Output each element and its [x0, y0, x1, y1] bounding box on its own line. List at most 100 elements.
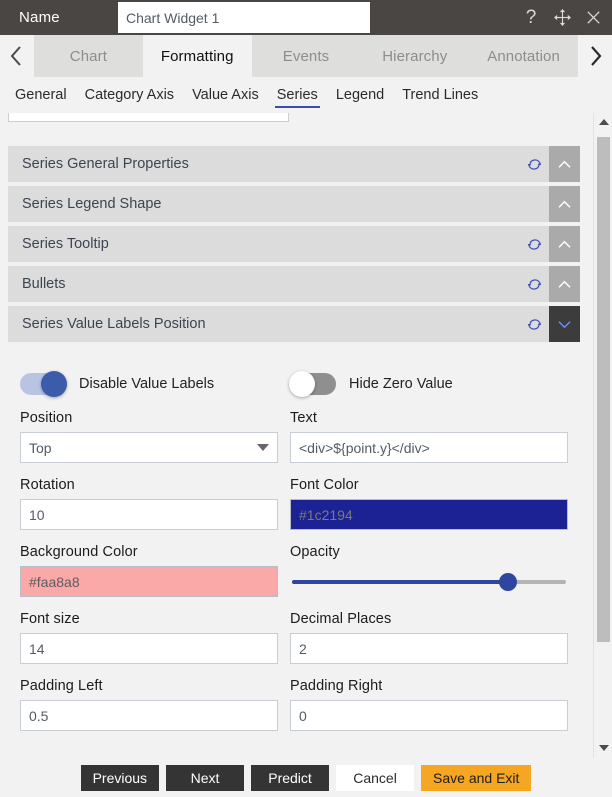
scroll-up-icon [598, 118, 609, 125]
font-size-input[interactable] [20, 633, 278, 664]
reset-icon[interactable] [519, 306, 549, 342]
rotation-input[interactable] [20, 499, 278, 530]
tab-chart[interactable]: Chart [34, 35, 143, 77]
chevron-down-icon [558, 320, 571, 328]
dialog-titlebar: Name ? [0, 0, 612, 35]
accordion-collapse-button[interactable] [549, 146, 580, 182]
padding-right-field: Padding Right [290, 678, 580, 745]
tab-formatting[interactable]: Formatting [142, 35, 252, 77]
scroll-up-button[interactable] [594, 113, 612, 130]
reset-icon[interactable] [519, 146, 549, 182]
accordion-collapse-button[interactable] [549, 186, 580, 222]
help-icon[interactable]: ? [520, 7, 542, 29]
toggle-knob [289, 371, 315, 397]
opacity-slider-track[interactable] [292, 572, 566, 591]
tab-events[interactable]: Events [251, 35, 361, 77]
widget-configuration-dialog: Name ? [0, 0, 612, 797]
subtab-category-axis[interactable]: Category Axis [76, 80, 183, 110]
clipped-input-above[interactable] [8, 113, 289, 122]
reset-icon[interactable] [519, 226, 549, 262]
chevron-up-icon [558, 240, 571, 248]
formatting-sub-tab-bar: General Category Axis Value Axis Series … [0, 77, 612, 113]
subtab-trend-lines[interactable]: Trend Lines [393, 80, 487, 110]
accordion-list: Series General Properties Series Legend … [8, 146, 580, 346]
chevron-left-icon [10, 46, 21, 66]
accordion-series-general-properties[interactable]: Series General Properties [8, 146, 580, 182]
tab-hierarchy[interactable]: Hierarchy [360, 35, 470, 77]
padding-left-input[interactable] [20, 700, 278, 731]
tabs-scroll-left-button[interactable] [0, 35, 34, 77]
background-color-input[interactable] [20, 566, 278, 597]
scrollbar-thumb[interactable] [597, 137, 610, 642]
save-and-exit-button[interactable]: Save and Exit [421, 764, 532, 791]
settings-panel-content: Series General Properties Series Legend … [0, 113, 580, 758]
cancel-button[interactable]: Cancel [336, 764, 415, 791]
accordion-collapse-button[interactable] [549, 226, 580, 262]
next-button[interactable]: Next [166, 764, 245, 791]
hide-zero-value-toggle[interactable] [289, 371, 336, 397]
form-row-padding: Padding Left Padding Right [0, 678, 580, 745]
accordion-collapse-button[interactable] [549, 266, 580, 302]
subtab-series[interactable]: Series [268, 80, 327, 110]
form-row-position-text: Position Text [0, 410, 580, 477]
accordion-title: Series Tooltip [22, 236, 109, 252]
position-select[interactable] [20, 432, 278, 463]
position-field: Position [0, 410, 290, 477]
text-field: Text [290, 410, 580, 477]
padding-left-label: Padding Left [20, 678, 103, 694]
font-color-input[interactable] [290, 499, 568, 530]
previous-button[interactable]: Previous [80, 764, 160, 791]
series-value-labels-form: Disable Value Labels Hide Zero Value Pos… [0, 358, 580, 745]
decimal-places-label: Decimal Places [290, 611, 392, 627]
form-row-bgcolor-opacity: Background Color Opacity [0, 544, 580, 611]
accordion-expand-button[interactable] [549, 306, 580, 342]
accordion-title: Series Value Labels Position [22, 316, 206, 332]
subtab-value-axis[interactable]: Value Axis [183, 80, 268, 110]
accordion-series-legend-shape[interactable]: Series Legend Shape [8, 186, 580, 222]
predict-button[interactable]: Predict [251, 764, 330, 791]
dialog-footer: Previous Next Predict Cancel Save and Ex… [0, 758, 612, 797]
subtab-general[interactable]: General [6, 80, 76, 110]
opacity-slider-thumb[interactable] [499, 572, 518, 591]
font-color-field: Font Color [290, 477, 580, 544]
disable-value-labels-toggle-cell: Disable Value Labels [0, 371, 290, 397]
accordion-title: Bullets [22, 276, 66, 292]
disable-value-labels-label: Disable Value Labels [79, 376, 215, 392]
rotation-field: Rotation [0, 477, 290, 544]
reset-icon[interactable] [519, 266, 549, 302]
font-size-field: Font size [0, 611, 290, 678]
main-tabs: Chart Formatting Events Hierarchy Annota… [34, 35, 578, 77]
decimal-places-field: Decimal Places [290, 611, 580, 678]
text-input[interactable] [290, 432, 568, 463]
name-label: Name [19, 9, 60, 26]
chevron-right-icon [591, 46, 602, 66]
opacity-slider-fill [292, 579, 509, 584]
rotation-label: Rotation [20, 477, 75, 493]
subtab-legend[interactable]: Legend [327, 80, 393, 110]
accordion-bullets[interactable]: Bullets [8, 266, 580, 302]
tab-annotation[interactable]: Annotation [469, 35, 578, 77]
font-color-label: Font Color [290, 477, 359, 493]
decimal-places-input[interactable] [290, 633, 568, 664]
panel-scrollbar[interactable] [593, 113, 612, 758]
background-color-field: Background Color [0, 544, 290, 611]
opacity-slider[interactable] [290, 566, 568, 597]
scroll-down-button[interactable] [594, 739, 612, 756]
background-color-label: Background Color [20, 544, 138, 560]
widget-name-input[interactable] [118, 2, 370, 33]
disable-value-labels-toggle[interactable] [20, 371, 67, 397]
hide-zero-value-toggle-cell: Hide Zero Value [289, 371, 580, 397]
accordion-series-tooltip[interactable]: Series Tooltip [8, 226, 580, 262]
accordion-title: Series Legend Shape [22, 196, 162, 212]
scroll-down-icon [598, 744, 609, 751]
accordion-series-value-labels-position[interactable]: Series Value Labels Position [8, 306, 580, 342]
padding-right-input[interactable] [290, 700, 568, 731]
scrollbar-track[interactable] [597, 131, 610, 739]
tabs-scroll-right-button[interactable] [578, 35, 612, 77]
move-icon[interactable] [551, 7, 573, 29]
position-label: Position [20, 410, 73, 426]
chevron-up-icon [558, 160, 571, 168]
opacity-field: Opacity [290, 544, 580, 611]
close-icon[interactable] [582, 7, 604, 29]
settings-scroll-panel: Series General Properties Series Legend … [0, 113, 612, 758]
